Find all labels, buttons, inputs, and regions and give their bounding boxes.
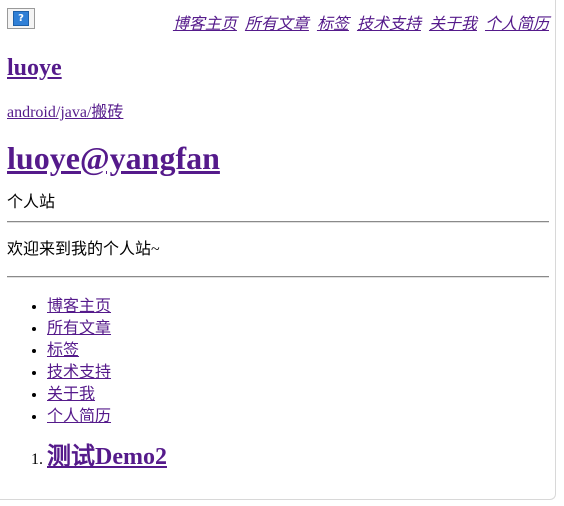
owner-heading: luoye@yangfan	[7, 136, 549, 180]
list-item: 关于我	[47, 384, 549, 406]
list-item: 技术支持	[47, 362, 549, 384]
section-label: 个人站	[7, 194, 56, 211]
broken-image-icon[interactable]: ?	[7, 8, 35, 29]
site-description-link[interactable]: android/java/搬砖	[7, 104, 123, 121]
post-list: 测试Demo2	[7, 442, 549, 475]
list-item: 所有文章	[47, 318, 549, 340]
list-item: 个人简历	[47, 406, 549, 428]
nav-list-link-tags[interactable]: 标签	[47, 342, 79, 359]
nav-list-link-tech-support[interactable]: 技术支持	[47, 364, 111, 381]
nav-list-link-resume[interactable]: 个人简历	[47, 408, 111, 425]
post-list-item: 测试Demo2	[47, 442, 549, 475]
nav-list-link-home[interactable]: 博客主页	[47, 298, 111, 315]
top-nav-links: 博客主页 所有文章 标签 技术支持 关于我 个人简历	[169, 10, 549, 34]
nav-list-link-all-posts[interactable]: 所有文章	[47, 320, 111, 337]
divider	[7, 276, 549, 278]
image-placeholder-glyph: ?	[13, 11, 29, 26]
welcome-text: 欢迎来到我的个人站~	[7, 241, 160, 258]
owner-link[interactable]: luoye@yangfan	[7, 140, 220, 176]
site-title: luoye	[7, 52, 549, 84]
post-title-link[interactable]: 测试Demo2	[47, 444, 167, 470]
top-nav-link-all-posts[interactable]: 所有文章	[245, 16, 309, 33]
nav-list-link-about[interactable]: 关于我	[47, 386, 95, 403]
top-nav-link-home[interactable]: 博客主页	[173, 16, 237, 33]
top-nav-link-tech-support[interactable]: 技术支持	[357, 16, 421, 33]
top-nav-link-tags[interactable]: 标签	[317, 16, 349, 33]
nav-list: 博客主页 所有文章 标签 技术支持 关于我 个人简历	[7, 296, 549, 428]
browser-viewport: ? 博客主页 所有文章 标签 技术支持 关于我 个人简历 luoye andro…	[0, 0, 556, 500]
divider	[7, 221, 549, 223]
list-item: 标签	[47, 340, 549, 362]
main-content: luoye android/java/搬砖 luoye@yangfan 个人站 …	[7, 52, 549, 475]
site-title-link[interactable]: luoye	[7, 55, 62, 81]
top-nav-link-about[interactable]: 关于我	[429, 16, 477, 33]
top-nav-link-resume[interactable]: 个人简历	[485, 16, 549, 33]
site-description: android/java/搬砖	[7, 103, 549, 123]
top-navigation-bar: ? 博客主页 所有文章 标签 技术支持 关于我 个人简历	[0, 0, 555, 38]
list-item: 博客主页	[47, 296, 549, 318]
